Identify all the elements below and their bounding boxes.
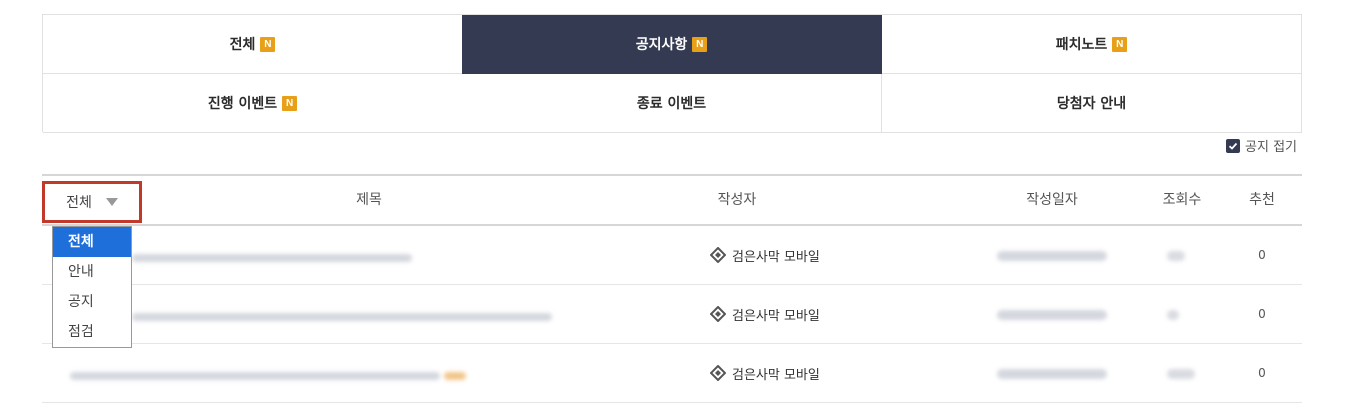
fold-notice-label: 공지 접기 xyxy=(1245,140,1297,155)
tab-label: 당첨자 안내 xyxy=(1056,96,1127,112)
blurred-date xyxy=(997,369,1107,379)
checkbox-checked-icon[interactable] xyxy=(1226,138,1241,153)
caret-down-icon xyxy=(105,198,118,206)
filter-option-all[interactable]: 전체 xyxy=(53,227,131,257)
author-name: 검은사막 모바일 xyxy=(732,367,820,383)
recommend-count: 0 xyxy=(1258,307,1266,321)
column-recommend: 추천 xyxy=(1249,192,1275,208)
new-badge: N xyxy=(260,36,276,52)
tab-label: 전체 xyxy=(229,37,256,53)
author-name: 검은사막 모바일 xyxy=(732,308,820,324)
tab-patch-notes[interactable]: 패치노트 N xyxy=(882,15,1302,74)
table-row[interactable]: 검은사막 모바일 0 xyxy=(42,344,1302,403)
blurred-date xyxy=(997,251,1107,261)
author-cell: 검은사막 모바일 xyxy=(710,344,820,402)
author-cell: 검은사막 모바일 xyxy=(710,285,820,343)
table-header: 전체 제목 작성자 작성일자 조회수 추천 xyxy=(42,174,1302,226)
category-tabs: 전체 N 공지사항 N 패치노트 N 진행 이벤트 N 종료 이벤트 당첨자 안… xyxy=(42,14,1302,133)
tab-label: 진행 이벤트 xyxy=(207,96,278,112)
new-badge: N xyxy=(282,95,298,111)
blurred-views xyxy=(1167,310,1179,320)
fold-notice-toggle[interactable]: 공지 접기 xyxy=(1226,136,1297,155)
table-row[interactable]: 검은사막 모바일 0 xyxy=(42,226,1302,285)
blurred-title[interactable] xyxy=(132,313,552,321)
recommend-count: 0 xyxy=(1258,366,1266,380)
filter-value: 전체 xyxy=(66,195,92,211)
new-badge: N xyxy=(1112,36,1128,52)
column-views: 조회수 xyxy=(1162,192,1202,208)
tab-label: 종료 이벤트 xyxy=(636,96,707,112)
tab-notice[interactable]: 공지사항 N xyxy=(462,15,882,74)
diamond-icon xyxy=(710,306,726,322)
column-date: 작성일자 xyxy=(1026,192,1078,208)
category-filter-select[interactable]: 전체 xyxy=(42,181,142,223)
filter-option-notice[interactable]: 공지 xyxy=(53,287,131,317)
blurred-date xyxy=(997,310,1107,320)
author-cell: 검은사막 모바일 xyxy=(710,226,820,284)
author-name: 검은사막 모바일 xyxy=(732,249,820,265)
column-author: 작성자 xyxy=(717,192,757,208)
column-title: 제목 xyxy=(356,192,382,208)
blurred-title[interactable] xyxy=(132,254,412,262)
blurred-badge xyxy=(444,372,466,380)
blurred-title[interactable] xyxy=(70,372,440,380)
category-filter-dropdown: 전체 안내 공지 점검 xyxy=(52,226,132,348)
blurred-views xyxy=(1167,369,1195,379)
table-row[interactable]: 검은사막 모바일 0 xyxy=(42,285,1302,344)
tab-label: 공지사항 xyxy=(635,37,688,53)
recommend-count: 0 xyxy=(1258,248,1266,262)
diamond-icon xyxy=(710,247,726,263)
tab-label: 패치노트 xyxy=(1055,37,1108,53)
tab-ongoing-events[interactable]: 진행 이벤트 N xyxy=(43,74,463,133)
blurred-views xyxy=(1167,251,1185,261)
filter-option-guide[interactable]: 안내 xyxy=(53,257,131,287)
tab-ended-events[interactable]: 종료 이벤트 xyxy=(462,74,882,133)
post-table: 전체 제목 작성자 작성일자 조회수 추천 검은사막 모바일 0 검은사막 모바… xyxy=(42,174,1302,403)
diamond-icon xyxy=(710,365,726,381)
filter-option-maintenance[interactable]: 점검 xyxy=(53,317,131,347)
new-badge: N xyxy=(692,36,708,52)
tab-all[interactable]: 전체 N xyxy=(43,15,463,74)
tab-winners[interactable]: 당첨자 안내 xyxy=(882,74,1302,133)
